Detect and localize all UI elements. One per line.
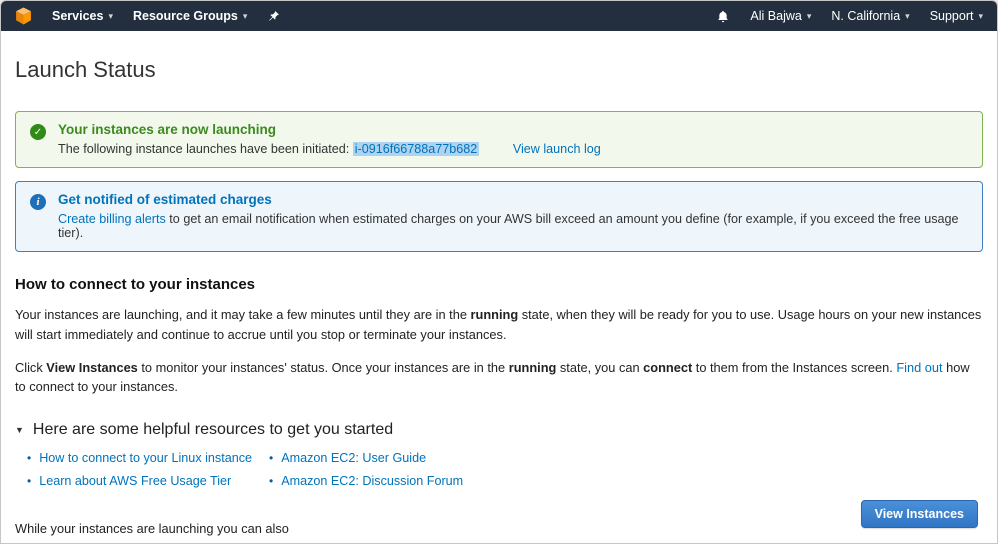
p2-bold-connect: connect	[643, 360, 692, 375]
ec2-discussion-forum-link[interactable]: Amazon EC2: Discussion Forum	[281, 474, 463, 488]
resources-heading-label: Here are some helpful resources to get y…	[33, 421, 393, 439]
support-menu-label: Support	[930, 9, 974, 23]
resources-column-1: • How to connect to your Linux instance …	[15, 451, 257, 497]
ec2-user-guide-link[interactable]: Amazon EC2: User Guide	[281, 451, 426, 465]
linux-connect-guide-link[interactable]: How to connect to your Linux instance	[39, 451, 252, 465]
support-menu[interactable]: Support ▾	[930, 9, 983, 23]
caret-down-icon: ▼	[15, 425, 24, 435]
success-alert-message: The following instance launches have bee…	[58, 142, 601, 156]
success-alert-body: Your instances are now launching The fol…	[58, 122, 601, 156]
chevron-down-icon: ▾	[243, 12, 248, 21]
pin-icon[interactable]	[267, 10, 280, 23]
account-menu[interactable]: Ali Bajwa ▾	[750, 9, 811, 23]
p2-text: state, you can	[556, 360, 643, 375]
page-title: Launch Status	[15, 57, 983, 83]
resource-groups-menu-label: Resource Groups	[133, 9, 238, 23]
bullet-icon: •	[27, 475, 31, 487]
p1-bold-running: running	[471, 307, 519, 322]
resources-columns: • How to connect to your Linux instance …	[15, 451, 983, 497]
p1-text: Your instances are launching, and it may…	[15, 307, 471, 322]
chevron-down-icon: ▾	[978, 12, 983, 21]
info-alert-title: Get notified of estimated charges	[58, 192, 968, 207]
list-item: • Learn about AWS Free Usage Tier	[27, 474, 257, 488]
chevron-down-icon: ▾	[807, 12, 812, 21]
list-item: • How to connect to your Linux instance	[27, 451, 257, 465]
resource-groups-menu[interactable]: Resource Groups ▾	[133, 9, 247, 23]
top-navbar: Services ▾ Resource Groups ▾ Ali Bajwa	[1, 1, 997, 31]
view-instances-button[interactable]: View Instances	[861, 500, 978, 528]
success-alert-title: Your instances are now launching	[58, 122, 601, 137]
free-usage-tier-link[interactable]: Learn about AWS Free Usage Tier	[39, 474, 231, 488]
connect-paragraph-2: Click View Instances to monitor your ins…	[15, 358, 983, 398]
aws-logo-icon[interactable]	[15, 7, 32, 25]
connect-paragraph-1: Your instances are launching, and it may…	[15, 305, 983, 345]
success-message-prefix: The following instance launches have bee…	[58, 142, 349, 156]
info-alert-body: Get notified of estimated charges Create…	[58, 192, 968, 240]
create-billing-alerts-link[interactable]: Create billing alerts	[58, 212, 166, 226]
info-icon: i	[30, 194, 46, 210]
chevron-down-icon: ▾	[108, 12, 113, 21]
while-launching-intro: While your instances are launching you c…	[15, 521, 983, 536]
account-menu-label: Ali Bajwa	[750, 9, 801, 23]
bullet-icon: •	[27, 452, 31, 464]
p2-bold-running: running	[509, 360, 557, 375]
services-menu[interactable]: Services ▾	[52, 9, 113, 23]
instance-id-link[interactable]: i-0916f66788a77b682	[353, 142, 480, 156]
services-menu-label: Services	[52, 9, 103, 23]
bullet-icon: •	[269, 452, 273, 464]
navbar-left-group: Services ▾ Resource Groups ▾	[15, 7, 280, 25]
list-item: • Amazon EC2: Discussion Forum	[269, 474, 463, 488]
notifications-bell-icon[interactable]	[716, 9, 730, 24]
success-check-icon: ✓	[30, 124, 46, 140]
bullet-icon: •	[269, 475, 273, 487]
resources-collapse-toggle[interactable]: ▼ Here are some helpful resources to get…	[15, 421, 983, 439]
list-item: • Amazon EC2: User Guide	[269, 451, 463, 465]
view-launch-log-link[interactable]: View launch log	[513, 142, 601, 156]
p2-bold-view-instances: View Instances	[46, 360, 138, 375]
find-out-link[interactable]: Find out	[896, 360, 942, 375]
region-menu[interactable]: N. California ▾	[831, 9, 909, 23]
connect-section-heading: How to connect to your instances	[15, 276, 983, 293]
launch-success-alert: ✓ Your instances are now launching The f…	[15, 111, 983, 168]
info-alert-message: Create billing alerts to get an email no…	[58, 212, 968, 240]
p2-text: Click	[15, 360, 46, 375]
resources-column-2: • Amazon EC2: User Guide • Amazon EC2: D…	[257, 451, 463, 497]
p2-text: to monitor your instances' status. Once …	[138, 360, 509, 375]
p2-text: to them from the Instances screen.	[692, 360, 896, 375]
info-message-text: to get an email notification when estima…	[58, 212, 959, 240]
region-menu-label: N. California	[831, 9, 900, 23]
chevron-down-icon: ▾	[905, 12, 910, 21]
main-content: Launch Status ✓ Your instances are now l…	[1, 57, 997, 544]
billing-info-alert: i Get notified of estimated charges Crea…	[15, 181, 983, 252]
navbar-right-group: Ali Bajwa ▾ N. California ▾ Support ▾	[716, 9, 983, 24]
aws-console-window: Services ▾ Resource Groups ▾ Ali Bajwa	[0, 0, 998, 544]
